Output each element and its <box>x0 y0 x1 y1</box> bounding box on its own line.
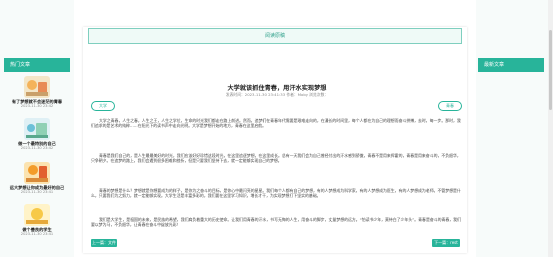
sidebar-article-date: 2023-11-30 23:42 <box>20 146 54 150</box>
article-thumbnail <box>24 204 50 226</box>
article-thumbnail <box>24 76 50 98</box>
article-thumbnail <box>24 162 50 184</box>
article-paragraph-3: 青春的梦想是什么？梦想就是你想要成为的样子，是你为之奋斗的目标，是你心中最闪亮的… <box>91 188 461 199</box>
sidebar-article-date: 2023-11-30 23:42 <box>20 104 54 108</box>
article-paragraph-2: 青春是我们自己的，是人生最最美好的时光，我们应该好好珍惜这段时光，在这里追逐梦想… <box>91 153 461 164</box>
sidebar-article-4[interactable]: 做个善良的学生 2023-11-30 23:41 <box>6 204 68 237</box>
article-thumbnail <box>24 118 50 140</box>
article-paragraph-1: 大学之青春，人生之春，人生之王，人生之学位，生命的时光我们都走在路上前进。然而，… <box>91 118 461 129</box>
tag-right-button[interactable]: 青春 <box>438 101 462 111</box>
sidebar-article-1[interactable]: 有了梦想就不会迷茫的青春 2023-11-30 23:42 <box>6 76 68 109</box>
popular-articles-header: 热门文章 <box>4 58 70 72</box>
scrollbar-thumb[interactable] <box>549 30 552 110</box>
sidebar-article-2[interactable]: 做一个最特别的自己 2023-11-30 23:42 <box>6 118 68 151</box>
tag-left-button[interactable]: 大学 <box>91 101 115 111</box>
next-article-button[interactable]: 下一篇：rest <box>432 239 460 247</box>
thumbnail-image <box>24 204 50 226</box>
thumbnail-image <box>24 118 50 140</box>
previous-article-button[interactable]: 上一篇：文件 <box>91 239 117 247</box>
article-topbar[interactable]: 阅读原稿 <box>88 28 462 44</box>
sidebar-article-date: 2023-11-30 23:41 <box>20 190 54 194</box>
thumbnail-image <box>24 162 50 184</box>
article-meta: 发表时间：2023-11-30 23:41:33 作者：Moby 浏览次数： <box>225 92 329 97</box>
latest-articles-header: 最新文章 <box>478 58 544 72</box>
sidebar-article-date: 2023-11-30 23:41 <box>20 232 54 236</box>
right-sidebar <box>476 0 548 257</box>
thumbnail-image <box>24 76 50 98</box>
sidebar-article-3[interactable]: 远大梦想让你成为最好的自己 2023-11-30 23:41 <box>6 162 68 195</box>
article-title: 大学就该抓住青春，用汗水实现梦想 <box>227 85 327 92</box>
article-paragraph-4: 我们是大学生，是祖国的未来，是民族的希望，我们肩负着重大的历史使命。让我们用青春… <box>91 217 461 228</box>
